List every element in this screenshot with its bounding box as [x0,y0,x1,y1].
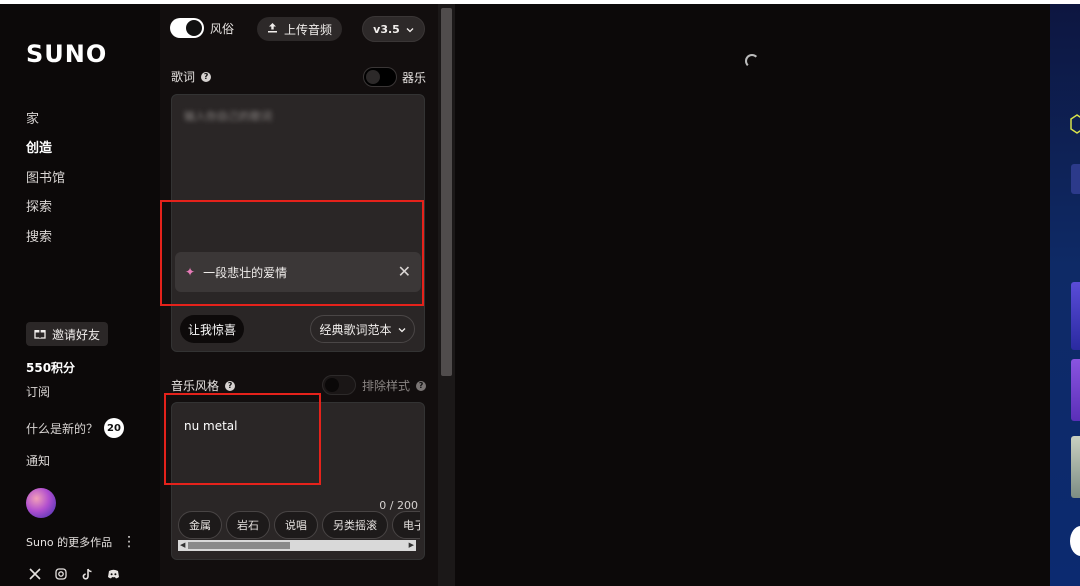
hexagon-icon [1070,114,1080,134]
right-side-panel [1050,4,1080,586]
promo-card[interactable] [1071,359,1080,421]
sparkle-icon: ✦ [185,265,196,279]
avatar[interactable] [26,488,56,518]
exclude-styles-toggle[interactable] [322,375,356,395]
model-version-select[interactable]: v3.5 [362,16,425,42]
sidebar: SUNO 家 创造 图书馆 探索 搜索 邀请好友 550积分 订阅 什么是新的？… [0,4,160,586]
help-icon[interactable]: ? [201,71,212,82]
floating-action-button[interactable] [1070,526,1080,556]
invite-friends-button[interactable]: 邀请好友 [26,322,109,346]
help-icon[interactable]: ? [225,380,236,391]
surprise-me-button[interactable]: 让我惊喜 [180,315,245,343]
loading-spinner-icon [745,54,759,68]
style-input-value: nu metal [184,419,238,433]
custom-style-label: 风俗 [210,22,235,36]
promo-graphic [1071,164,1080,194]
credits-count: 550积分 [26,361,76,375]
more-from-label: Suno 的更多作品 [26,536,113,549]
style-chips: 金属 岩石 说唱 另类摇滚 电子舞 [178,511,420,539]
more-options-icon[interactable]: ⋮ [122,534,136,550]
scroll-right-icon[interactable]: ▶ [409,541,414,549]
tiktok-icon[interactable] [80,567,94,581]
nav-explore[interactable]: 探索 [26,196,52,215]
scroll-left-icon[interactable]: ◀ [180,541,185,549]
promo-card[interactable] [1071,436,1080,498]
suno-logo[interactable]: SUNO [26,40,107,68]
subscribe-link[interactable]: 订阅 [26,383,50,400]
lyrics-prompt-text: 一段悲壮的爱情 [203,265,288,280]
exclude-styles: 排除样式 ? [362,377,427,394]
upload-audio-label: 上传音频 [284,22,333,37]
nav-create[interactable]: 创造 [26,137,52,156]
x-twitter-icon[interactable] [28,567,42,581]
nav-search[interactable]: 搜索 [26,226,52,245]
classic-lyrics-label: 经典歌词范本 [319,322,392,337]
lyrics-section-title: 歌词 ? [171,68,212,85]
style-chip[interactable]: 金属 [178,511,222,539]
lyrics-placeholder: 输入你自己的歌词 [184,110,272,123]
exclude-styles-label: 排除样式 [362,379,411,393]
whats-new-label: 什么是新的？ [26,421,99,436]
social-links [28,567,120,581]
notifications-link[interactable]: 通知 [26,452,50,469]
gift-icon [34,327,46,342]
instagram-icon[interactable] [54,567,68,581]
lyrics-title: 歌词 [171,70,196,84]
style-chip[interactable]: 说唱 [274,511,318,539]
whats-new-link[interactable]: 什么是新的？ 20 [26,418,125,438]
model-version-value: v3.5 [373,22,400,36]
style-chip[interactable]: 岩石 [226,511,270,539]
invite-label: 邀请好友 [52,327,101,342]
chevron-down-icon [398,322,406,336]
whats-new-badge: 20 [104,418,125,438]
instrumental-label: 器乐 [402,71,427,85]
chips-scrollbar[interactable]: ◀ ▶ [178,540,416,551]
create-panel: 风俗 上传音频 v3.5 歌词 ? 器乐 输入你自己的歌词 ✦ 一段悲壮的爱情 … [160,4,438,586]
nav-library[interactable]: 图书馆 [26,167,65,186]
panel-scrollbar[interactable] [438,4,455,586]
promo-card[interactable] [1071,282,1080,350]
upload-audio-button[interactable]: 上传音频 [257,17,343,41]
style-section-title: 音乐风格 ? [171,377,236,394]
panel-scrollbar-thumb[interactable] [441,8,452,376]
style-chip[interactable]: 另类摇滚 [322,511,388,539]
lyrics-prompt-bar[interactable]: ✦ 一段悲壮的爱情 ✕ [175,252,421,292]
classic-lyrics-select[interactable]: 经典歌词范本 [310,315,415,343]
nav-home[interactable]: 家 [26,108,39,127]
upload-icon [267,22,278,36]
instrumental-toggle[interactable] [363,67,397,87]
close-icon[interactable]: ✕ [398,262,411,281]
discord-icon[interactable] [106,567,120,581]
main-content [455,4,1050,586]
lyrics-input[interactable]: 输入你自己的歌词 ✦ 一段悲壮的爱情 ✕ 让我惊喜 经典歌词范本 [171,94,425,352]
custom-style-toggle[interactable] [170,18,204,38]
style-chip[interactable]: 电子舞 [392,511,420,539]
chevron-down-icon [406,23,414,36]
style-input[interactable]: nu metal 0 / 200 金属 岩石 说唱 另类摇滚 电子舞 ◀ ▶ [171,402,425,560]
more-from-suno: Suno 的更多作品 ⋮ [26,534,136,550]
help-icon[interactable]: ? [416,380,427,391]
chips-scrollbar-thumb[interactable] [188,542,290,549]
style-title: 音乐风格 [171,379,220,393]
